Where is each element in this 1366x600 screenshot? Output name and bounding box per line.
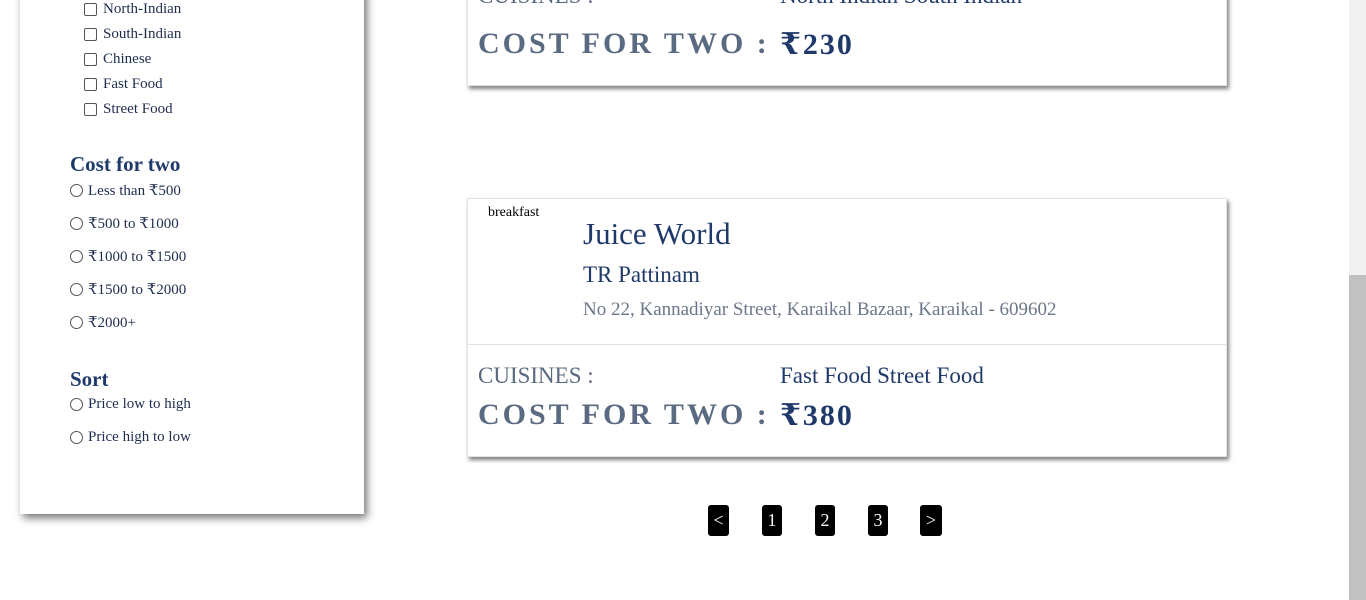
sort-option[interactable]: Price high to low [70,429,191,446]
cost-option-label: Less than ₹500 [88,183,181,199]
cuisine-option-chinese[interactable]: Chinese [84,51,151,68]
cuisine-option-label: South-Indian [103,26,182,42]
cuisine-option-north-indian[interactable]: North-Indian [84,1,181,18]
checkbox[interactable] [84,103,97,116]
restaurant-area: TR Pattinam [583,262,700,287]
scrollbar-thumb[interactable] [1349,275,1366,600]
checkbox[interactable] [84,28,97,41]
radio-button[interactable] [70,250,83,263]
cuisines-label: CUISINES : [478,363,594,388]
cuisines-value: Fast Food Street Food [780,363,984,388]
checkbox[interactable] [84,3,97,16]
sort-option[interactable]: Price low to high [70,396,191,413]
cost-value: ₹230 [780,28,854,61]
cost-label: COST FOR TWO : [478,398,770,431]
restaurant-header: breakfast Juice World TR Pattinam No 22,… [468,199,1226,345]
cost-option[interactable]: ₹2000+ [70,313,136,332]
sort-option-label: Price high to low [88,429,191,445]
cuisine-option-label: North-Indian [103,1,182,17]
cost-option[interactable]: ₹500 to ₹1000 [70,214,179,233]
cost-option-label: ₹1500 to ₹2000 [88,282,187,298]
cuisine-option-label: Fast Food [103,76,163,92]
filter-panel: North-Indian South-Indian Chinese Fast F… [20,0,364,514]
cuisines-label: CUISINES : [478,0,594,9]
sort-option-label: Price low to high [88,396,191,412]
cost-option-label: ₹2000+ [88,315,137,331]
cost-option[interactable]: Less than ₹500 [70,181,181,200]
radio-button[interactable] [70,283,83,296]
cost-option[interactable]: ₹1500 to ₹2000 [70,280,186,299]
page-scrollbar[interactable] [1349,0,1366,600]
cost-option[interactable]: ₹1000 to ₹1500 [70,247,186,266]
radio-button[interactable] [70,398,83,411]
page-2-button[interactable]: 2 [815,505,835,536]
cost-option-label: ₹500 to ₹1000 [88,216,179,232]
restaurant-card[interactable]: breakfast Juice World TR Pattinam No 22,… [467,198,1227,457]
cuisine-option-label: Street Food [103,101,173,117]
cuisines-value: North Indian South Indian [780,0,1022,9]
cuisine-option-fast-food[interactable]: Fast Food [84,76,163,93]
cuisine-option-street-food[interactable]: Street Food [84,101,173,118]
cost-value: ₹380 [780,399,854,432]
cuisine-option-label: Chinese [103,51,152,67]
restaurant-address: No 22, Kannadiyar Street, Karaikal Bazaa… [583,299,1057,320]
cost-label: COST FOR TWO : [478,27,770,60]
restaurant-image-alt: breakfast [488,205,540,220]
radio-button[interactable] [70,316,83,329]
radio-button[interactable] [70,217,83,230]
checkbox[interactable] [84,53,97,66]
sort-title: Sort [70,367,109,391]
restaurant-name[interactable]: Juice World [583,216,731,252]
prev-page-button[interactable]: < [708,505,729,536]
page-3-button[interactable]: 3 [868,505,888,536]
restaurant-card[interactable]: CUISINES : North Indian South Indian COS… [467,0,1227,86]
checkbox[interactable] [84,78,97,91]
page-1-button[interactable]: 1 [762,505,782,536]
radio-button[interactable] [70,184,83,197]
cuisine-option-south-indian[interactable]: South-Indian [84,26,181,43]
cost-filter-title: Cost for two [70,152,181,176]
cost-option-label: ₹1000 to ₹1500 [88,249,187,265]
radio-button[interactable] [70,431,83,444]
next-page-button[interactable]: > [920,505,942,536]
